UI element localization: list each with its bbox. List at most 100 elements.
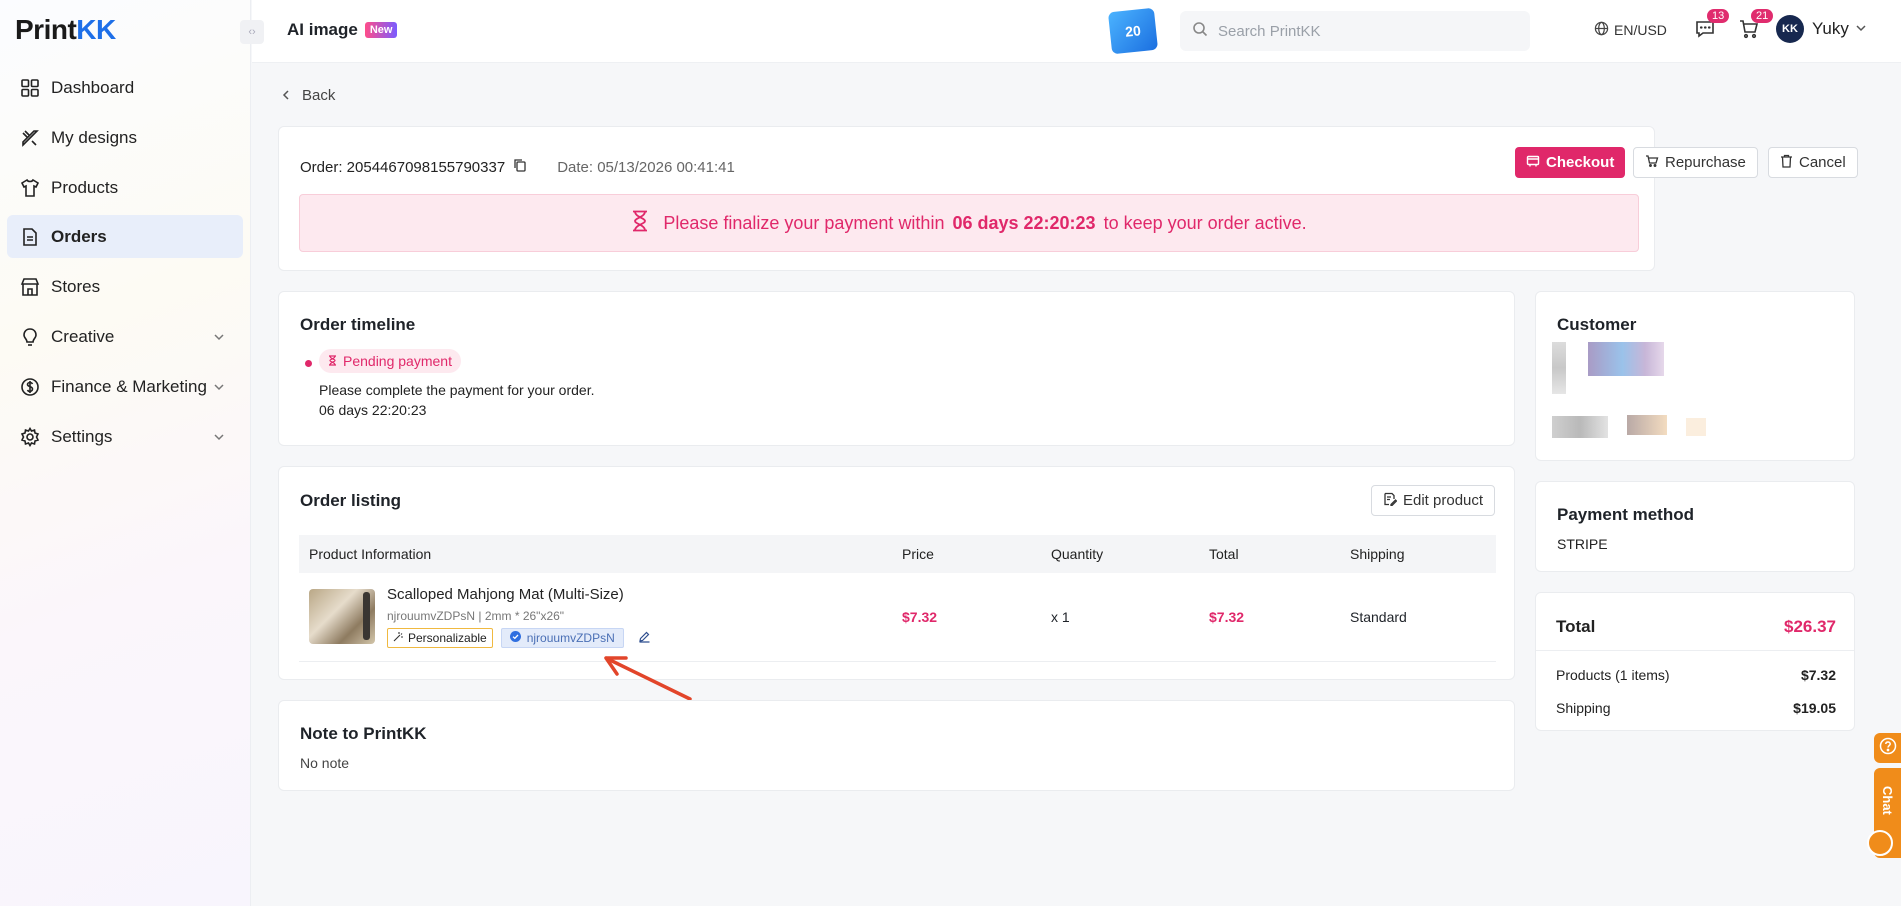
customer-title: Customer	[1557, 315, 1637, 334]
redacted-block	[1686, 418, 1706, 436]
cart-count-badge: 21	[1751, 9, 1774, 23]
edit-product-label: Edit product	[1403, 492, 1484, 509]
products-value: $7.32	[1800, 667, 1836, 683]
chat-label: Chat	[1880, 786, 1895, 815]
status-badge: Pending payment	[319, 349, 461, 373]
ai-image-label: AI image	[287, 20, 358, 39]
sidebar-item-creative[interactable]: Creative	[7, 315, 243, 358]
magic-wand-icon	[393, 631, 404, 645]
payment-title: Payment method	[1557, 505, 1694, 524]
back-label: Back	[302, 87, 336, 104]
annotation-arrow-icon	[604, 656, 692, 701]
column-header: Product Information	[299, 535, 892, 573]
messages-button[interactable]: 13	[1694, 9, 1730, 44]
price-cell: $7.32	[892, 573, 1041, 662]
sidebar-item-dashboard[interactable]: Dashboard	[7, 66, 243, 109]
shipping-label: Shipping	[1556, 700, 1611, 716]
trash-icon	[1780, 154, 1799, 172]
total-value: $26.37	[1784, 617, 1836, 636]
sidebar-item-orders[interactable]: Orders	[7, 215, 243, 258]
new-badge: New	[364, 22, 398, 38]
chevron-down-icon	[213, 378, 225, 398]
design-id-tag[interactable]: njrouumvZDPsN	[500, 627, 624, 648]
redacted-block	[1552, 342, 1566, 394]
cancel-button[interactable]: Cancel	[1768, 147, 1858, 178]
column-header: Quantity	[1041, 535, 1199, 573]
help-button[interactable]	[1874, 733, 1901, 763]
total-cell: $7.32	[1199, 573, 1340, 662]
customer-card: Customer	[1535, 291, 1855, 461]
listing-title: Order listing	[300, 491, 402, 510]
payment-method-value: STRIPE	[1557, 536, 1608, 552]
search-input[interactable]	[1218, 22, 1518, 40]
gear-icon	[19, 426, 41, 448]
checkout-button[interactable]: Checkout	[1515, 147, 1626, 178]
sidebar-collapse-button[interactable]: ‹›	[240, 20, 264, 44]
sidebar-item-products[interactable]: Products	[7, 166, 243, 209]
table-header-row: Product Information Price Quantity Total…	[299, 535, 1496, 573]
sidebar-item-label: Dashboard	[51, 77, 135, 97]
products-label: Products (1 items)	[1556, 667, 1670, 683]
order-number: Order: 2054467098155790337	[300, 158, 506, 176]
search-bar[interactable]	[1180, 11, 1530, 51]
edit-document-icon	[1383, 492, 1403, 510]
sidebar-item-label: Orders	[51, 226, 107, 246]
summary-products-row: Products (1 items) $7.32	[1556, 667, 1836, 683]
note-card: Note to PrintKK No note	[278, 700, 1515, 791]
top-header: AI image New 20 EN/USD 13 21 KK Yuky	[252, 0, 1901, 63]
sidebar-item-finance-marketing[interactable]: Finance & Marketing	[7, 365, 243, 408]
question-icon	[1879, 737, 1897, 759]
alert-countdown: 06 days 22:20:23	[952, 212, 1096, 233]
sidebar-item-my-designs[interactable]: My designs	[7, 116, 243, 159]
chat-bubble-icon[interactable]	[1867, 830, 1893, 856]
ai-image-link[interactable]: AI image New	[287, 20, 398, 40]
repurchase-button[interactable]: Repurchase	[1633, 147, 1758, 178]
status-label: Pending payment	[343, 353, 452, 369]
checkout-icon	[1526, 154, 1546, 172]
personalizable-label: Personalizable	[408, 630, 487, 645]
store-icon	[19, 276, 41, 298]
timeline-message: Please complete the payment for your ord…	[319, 382, 595, 398]
personalizable-tag: Personalizable	[387, 627, 493, 648]
shipping-cell: Standard	[1340, 573, 1496, 662]
sidebar-item-label: Products	[51, 177, 119, 197]
product-size: 2mm * 26"x26"	[484, 608, 565, 623]
sidebar-item-stores[interactable]: Stores	[7, 265, 243, 308]
chevron-left-icon	[282, 87, 290, 104]
sidebar-item-label: Settings	[51, 426, 113, 446]
payment-alert: Please finalize your payment within 06 d…	[299, 194, 1639, 252]
copy-icon[interactable]	[513, 158, 527, 176]
back-link[interactable]: Back	[282, 87, 335, 104]
chevron-down-icon	[1855, 19, 1867, 39]
sidebar-item-label: Finance & Marketing	[51, 376, 207, 396]
sidebar: PrintKK Dashboard My designs Products Or…	[0, 0, 251, 906]
order-header-card: Order: 2054467098155790337 Date: 05/13/2…	[278, 126, 1858, 271]
divider	[1536, 650, 1854, 651]
table-row: Scalloped Mahjong Mat (Multi-Size) njrou…	[299, 573, 1496, 662]
avatar: KK	[1776, 15, 1804, 43]
printkk-logo[interactable]: PrintKK	[15, 14, 116, 46]
summary-total-row: Total $26.37	[1556, 617, 1836, 637]
promo-text: 20	[1124, 22, 1142, 40]
edit-icon[interactable]	[638, 630, 651, 646]
redacted-block	[1552, 416, 1608, 438]
timeline-countdown: 06 days 22:20:23	[319, 402, 427, 418]
globe-icon	[1594, 21, 1609, 39]
language-currency-selector[interactable]: EN/USD	[1594, 21, 1667, 39]
search-icon	[1192, 21, 1208, 41]
order-summary-card: Total $26.37 Products (1 items) $7.32 Sh…	[1535, 592, 1855, 731]
order-listing-card: Order listing Edit product Product Infor…	[278, 466, 1515, 680]
promo-banner-icon[interactable]: 20	[1107, 7, 1159, 55]
product-name: Scalloped Mahjong Mat (Multi-Size)	[387, 585, 624, 603]
document-icon	[19, 226, 41, 248]
sidebar-item-label: Creative	[51, 326, 115, 346]
sidebar-item-settings[interactable]: Settings	[7, 415, 243, 458]
grid-icon	[19, 77, 41, 99]
user-menu[interactable]: KK Yuky	[1776, 15, 1867, 43]
edit-product-button[interactable]: Edit product	[1371, 485, 1496, 516]
order-timeline-card: Order timeline Pending payment Please co…	[278, 291, 1515, 446]
cart-button[interactable]: 21	[1738, 9, 1774, 44]
check-circle-icon	[509, 630, 521, 645]
finance-icon	[19, 376, 41, 398]
product-thumbnail[interactable]	[309, 589, 375, 645]
